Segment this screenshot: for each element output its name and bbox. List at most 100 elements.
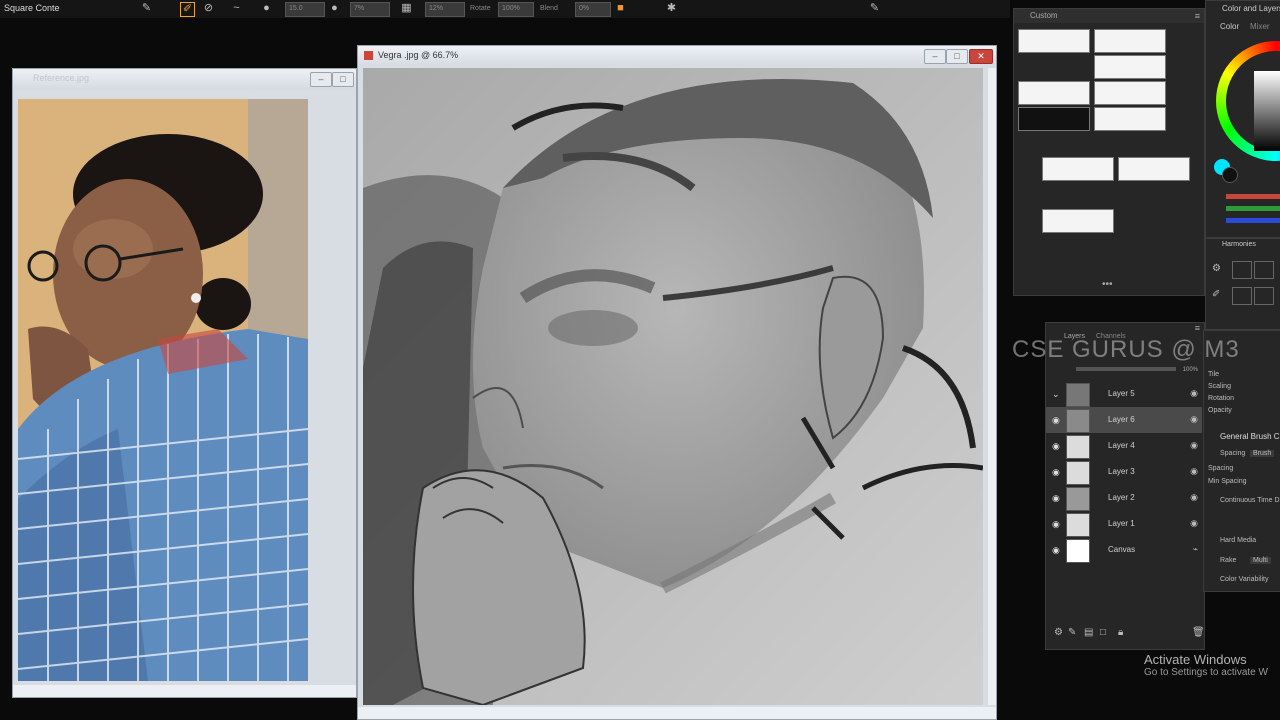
blue-slider[interactable] — [1226, 218, 1280, 223]
layer-thumbnail — [1066, 409, 1090, 433]
reference-title: Reference.jpg — [33, 73, 90, 83]
panel-menu-icon[interactable]: ≡ — [1195, 11, 1200, 21]
size-field[interactable]: 15.0 — [285, 2, 325, 17]
document-icon — [364, 51, 373, 60]
layer-row[interactable]: ◉ Layer 2 ◉ — [1046, 485, 1202, 511]
harmony-tool-icon[interactable]: ⚙ — [1212, 263, 1221, 274]
activate-windows-notice: Activate Windows Go to Settings to activ… — [1144, 652, 1280, 678]
reference-titlebar[interactable]: Reference.jpg – □ — [13, 69, 356, 89]
layer-row[interactable]: ◉ Layer 4 ◉ — [1046, 433, 1202, 459]
brush-preset[interactable] — [1118, 157, 1190, 181]
harmony-swatch[interactable] — [1232, 287, 1252, 305]
brush-preset[interactable] — [1094, 81, 1166, 105]
layer-thumbnail — [1066, 461, 1090, 485]
prop-rotation: Rotation — [1208, 395, 1235, 402]
layer-row[interactable]: ◉ Layer 3 ◉ — [1046, 459, 1202, 485]
opacity-icon: ● — [331, 2, 338, 14]
trash-icon[interactable]: 🗑︎ — [1192, 627, 1205, 638]
settings-icon[interactable]: ✱ — [665, 2, 678, 15]
prop-value[interactable]: Multi — [1250, 557, 1271, 564]
layer-name: Canvas — [1108, 545, 1136, 554]
canvas-window: Vegra .jpg @ 66.7% – □ ✕ — [357, 45, 997, 720]
blend-field[interactable]: 0% — [575, 2, 611, 17]
brush-preset[interactable] — [1018, 81, 1090, 105]
brush-tool-icon[interactable]: ✎ — [140, 2, 153, 15]
layer-visibility-icon[interactable]: ◉ — [1190, 518, 1198, 529]
tab-color[interactable]: Color — [1220, 22, 1239, 31]
brush-preset[interactable] — [1042, 157, 1114, 181]
saturation-box[interactable] — [1254, 71, 1280, 151]
layer-opacity[interactable]: 100% — [1183, 367, 1198, 373]
lock-icon[interactable]: 🔒︎ — [1118, 627, 1123, 638]
drawing-canvas[interactable] — [363, 68, 983, 705]
rotate-field[interactable]: 100% — [498, 2, 534, 17]
harmony-swatch[interactable] — [1254, 287, 1274, 305]
dropper-icon[interactable]: ✐ — [1212, 289, 1220, 300]
new-layer-icon[interactable]: □ — [1100, 627, 1106, 638]
harmony-swatch[interactable] — [1254, 261, 1274, 279]
layer-commands-icon[interactable]: ⚙ — [1054, 627, 1063, 638]
prop-hard-media[interactable]: Hard Media — [1220, 537, 1256, 544]
eye-icon[interactable]: ◉ — [1052, 415, 1060, 426]
red-slider[interactable] — [1226, 194, 1280, 199]
canvas-titlebar[interactable]: Vegra .jpg @ 66.7% – □ ✕ — [358, 46, 996, 66]
prop-rake[interactable]: Rake — [1220, 557, 1236, 564]
prop-continuous-time[interactable]: Continuous Time D — [1220, 497, 1280, 504]
prop-min-spacing: Min Spacing — [1208, 478, 1247, 485]
brush-name[interactable]: Square Conte — [4, 2, 60, 15]
prop-value[interactable]: Brush — [1250, 450, 1275, 457]
canvas-minimize-button[interactable]: – — [924, 49, 946, 64]
layer-visibility-icon[interactable]: ◉ — [1190, 492, 1198, 503]
minimize-button[interactable]: – — [310, 72, 332, 87]
layers-menu-icon[interactable]: ≡ — [1195, 323, 1200, 333]
opacity-slider[interactable] — [1076, 367, 1176, 371]
eye-icon[interactable]: ◉ — [1052, 545, 1060, 556]
color-swatch-icon[interactable]: ■ — [614, 2, 627, 15]
pencil-icon[interactable]: ✎ — [868, 2, 881, 15]
prop-spacing: Spacing — [1220, 450, 1246, 457]
layer-row[interactable]: ◉ Layer 1 ◉ — [1046, 511, 1202, 537]
eye-icon[interactable]: ◉ — [1052, 519, 1060, 530]
brush-preset[interactable] — [1094, 107, 1166, 131]
color-panel: Color and Layers Color Mixer — [1205, 0, 1280, 238]
tab-mixer[interactable]: Mixer — [1250, 22, 1270, 31]
canvas-close-button[interactable]: ✕ — [969, 49, 993, 64]
canvas-vscrollbar[interactable] — [988, 68, 996, 705]
more-icon[interactable]: ••• — [1102, 279, 1113, 290]
layer-thumbnail — [1066, 487, 1090, 511]
layer-visibility-icon[interactable]: ◉ — [1190, 414, 1198, 425]
eraser-mode-icon[interactable]: ⊘ — [202, 2, 215, 15]
layer-visibility-icon[interactable]: ◉ — [1190, 388, 1198, 399]
prop-color-variability[interactable]: Color Variability — [1220, 576, 1269, 583]
stroke-icon[interactable]: ~ — [230, 2, 243, 15]
layer-row-selected[interactable]: ◉ Layer 6 ◉ — [1046, 407, 1202, 433]
layer-row[interactable]: ⌄ Layer 5 ◉ — [1046, 381, 1202, 407]
layer-visibility-icon[interactable]: ◉ — [1190, 440, 1198, 451]
eye-icon[interactable]: ◉ — [1052, 441, 1060, 452]
eye-icon[interactable]: ◉ — [1052, 493, 1060, 504]
opacity-field[interactable]: 7% — [350, 2, 390, 17]
eye-icon[interactable]: ◉ — [1052, 467, 1060, 478]
green-slider[interactable] — [1226, 206, 1280, 211]
harmony-swatch[interactable] — [1232, 261, 1252, 279]
canvas-hscrollbar[interactable] — [358, 707, 996, 719]
canvas-maximize-button[interactable]: □ — [946, 49, 968, 64]
brush-preset[interactable] — [1018, 107, 1090, 131]
secondary-color-swatch[interactable] — [1222, 167, 1238, 183]
brush-preset[interactable] — [1018, 29, 1090, 53]
new-group-icon[interactable]: ▤ — [1084, 627, 1093, 638]
collapse-icon[interactable]: ⌄ — [1052, 389, 1060, 400]
layer-effects-icon[interactable]: ✎ — [1068, 627, 1076, 638]
brush-preset[interactable] — [1094, 29, 1166, 53]
brush-preset[interactable] — [1094, 55, 1166, 79]
layer-visibility-icon[interactable]: ◉ — [1190, 466, 1198, 477]
layer-row[interactable]: ◉ Canvas ⌁ — [1046, 537, 1202, 563]
reference-hscrollbar[interactable] — [13, 685, 356, 697]
layer-visibility-icon[interactable]: ⌁ — [1193, 544, 1198, 555]
pen-mode-icon[interactable]: ✐ — [180, 2, 195, 17]
grain-field[interactable]: 12% — [425, 2, 465, 17]
brush-preset[interactable] — [1042, 209, 1114, 233]
color-panel-title: Color and Layers — [1222, 4, 1280, 13]
maximize-button[interactable]: □ — [332, 72, 354, 87]
general-brush-section[interactable]: General Brush C — [1220, 432, 1280, 441]
